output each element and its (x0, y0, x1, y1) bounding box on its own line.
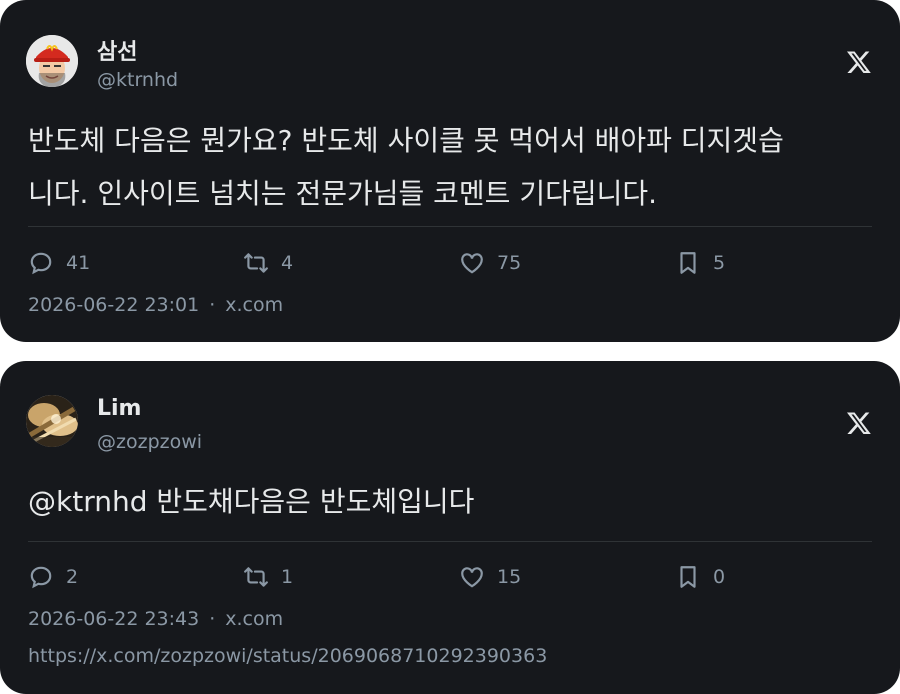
source-link[interactable]: x.com (225, 294, 283, 316)
bookmark-button[interactable]: 0 (675, 564, 725, 590)
bookmark-count: 0 (713, 566, 726, 588)
tweet-card[interactable]: Lim @zozpzowi @ktrnhd 반도채다음은 반도체입니다 2 1 … (0, 361, 900, 694)
avatar-image (26, 395, 78, 447)
separator-dot: · (209, 608, 216, 630)
like-button[interactable]: 75 (459, 250, 521, 276)
tweet-text: @ktrnhd 반도채다음은 반도체입니다 (28, 475, 872, 528)
repost-button[interactable]: 1 (243, 564, 293, 590)
bookmark-icon (680, 252, 696, 274)
tweet-text: 반도체 다음은 뭔가요? 반도체 사이클 못 먹어서 배아파 디지겟습 니다. … (28, 114, 872, 220)
reply-count: 41 (66, 252, 91, 274)
bookmark-count: 5 (713, 252, 726, 274)
avatar[interactable] (26, 395, 78, 447)
speech-bubble-icon (30, 566, 52, 589)
x-logo-icon[interactable] (846, 410, 872, 436)
author-name[interactable]: Lim (97, 396, 141, 421)
repost-arrows-icon (244, 567, 268, 587)
reply-button[interactable]: 2 (28, 564, 78, 590)
repost-count: 4 (281, 252, 294, 274)
reply-button[interactable]: 41 (28, 250, 90, 276)
reply-count: 2 (66, 566, 79, 588)
avatar-image (26, 35, 78, 87)
tweet-text-line: 반도체 다음은 뭔가요? 반도체 사이클 못 먹어서 배아파 디지겟습 (28, 124, 784, 157)
timestamp[interactable]: 2026-06-22 23:43 (28, 608, 199, 630)
repost-arrows-icon (244, 253, 268, 273)
divider (28, 226, 872, 227)
heart-icon (461, 253, 483, 274)
x-logo-icon[interactable] (846, 49, 872, 75)
avatar[interactable] (26, 35, 78, 87)
like-button[interactable]: 15 (459, 564, 521, 590)
tweet-text-line: 니다. 인사이트 넘치는 전문가님들 코멘트 기다립니다. (28, 177, 658, 210)
divider (28, 541, 872, 542)
author-handle[interactable]: @ktrnhd (97, 69, 178, 91)
bookmark-icon (680, 566, 696, 588)
author-handle[interactable]: @zozpzowi (97, 431, 202, 453)
timestamp[interactable]: 2026-06-22 23:01 (28, 294, 199, 316)
like-count: 75 (497, 252, 522, 274)
tweet-meta: 2026-06-22 23:43 · x.com (28, 608, 283, 630)
repost-count: 1 (281, 566, 294, 588)
tweet-text-line: @ktrnhd 반도채다음은 반도체입니다 (28, 485, 475, 518)
tweet-meta: 2026-06-22 23:01 · x.com (28, 294, 283, 316)
repost-button[interactable]: 4 (243, 250, 293, 276)
bookmark-button[interactable]: 5 (675, 250, 725, 276)
tweet-card[interactable]: 삼선 @ktrnhd 반도체 다음은 뭔가요? 반도체 사이클 못 먹어서 배아… (0, 0, 900, 342)
author-name[interactable]: 삼선 (97, 34, 137, 66)
speech-bubble-icon (30, 252, 52, 275)
like-count: 15 (497, 566, 522, 588)
source-link[interactable]: x.com (225, 608, 283, 630)
separator-dot: · (209, 294, 216, 316)
heart-icon (461, 567, 483, 588)
status-url[interactable]: https://x.com/zozpzowi/status/2069068710… (28, 645, 547, 667)
